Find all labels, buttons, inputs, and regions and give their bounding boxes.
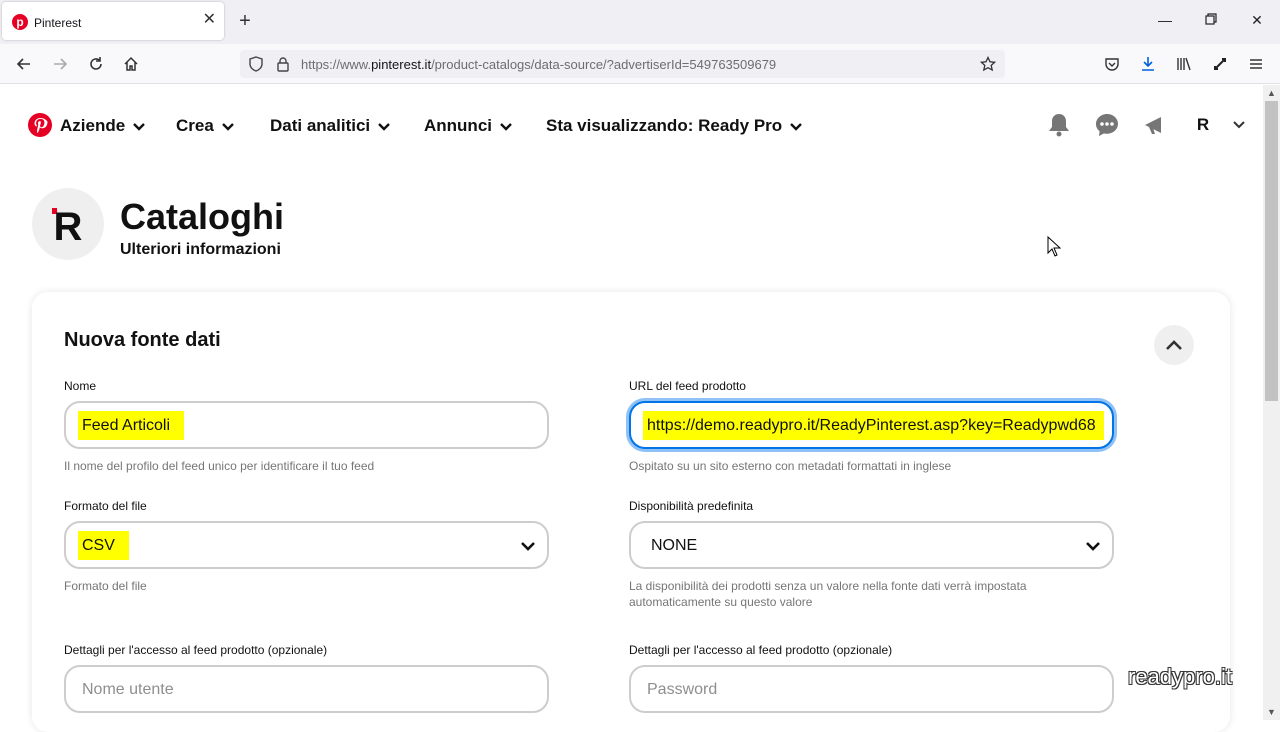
pocket-icon[interactable] (1100, 52, 1124, 76)
browser-tab[interactable]: p Pinterest ✕ (2, 2, 224, 40)
name-field[interactable]: Feed Articoli (64, 401, 549, 449)
menu-dati-analitici[interactable]: Dati analitici (270, 116, 390, 136)
name-value: Feed Articoli (78, 411, 185, 440)
password-field[interactable]: Password (629, 665, 1114, 713)
business-avatar[interactable]: R (32, 188, 104, 260)
chevron-up-icon (1166, 340, 1182, 350)
availability-help: La disponibilità dei prodotti senza un v… (629, 579, 1027, 609)
chevron-down-icon (1086, 538, 1100, 556)
new-data-source-card: Nuova fonte dati Nome Feed Articoli Il n… (32, 292, 1230, 732)
chevron-down-icon (133, 116, 146, 136)
minimize-icon[interactable]: — (1157, 12, 1173, 28)
messages-icon[interactable] (1094, 112, 1120, 138)
address-bar[interactable]: https://www.pinterest.it/product-catalog… (240, 50, 1005, 78)
scroll-up-icon[interactable]: ▲ (1263, 86, 1280, 100)
feed-url-field[interactable]: https://demo.readypro.it/ReadyPinterest.… (629, 401, 1114, 449)
availability-value: NONE (651, 537, 698, 554)
notifications-bell-icon[interactable] (1046, 112, 1072, 138)
shield-icon[interactable] (248, 56, 264, 72)
menu-crea[interactable]: Crea (176, 116, 234, 136)
tab-close-icon[interactable]: ✕ (203, 12, 216, 28)
url-text: https://www.pinterest.it/product-catalog… (301, 57, 777, 72)
format-label: Formato del file (64, 499, 147, 513)
name-label: Nome (64, 379, 97, 393)
scroll-down-icon[interactable]: ▼ (1263, 705, 1280, 719)
bookmark-star-icon[interactable] (979, 55, 997, 72)
access-password-label: Dettagli per l'accesso al feed prodotto … (629, 643, 893, 657)
url-help: Ospitato su un sito esterno con metadati… (629, 459, 952, 473)
scroll-thumb[interactable] (1265, 101, 1278, 401)
availability-label: Disponibilità predefinita (629, 499, 754, 513)
menu-annunci[interactable]: Annunci (424, 116, 512, 136)
page-scrollbar[interactable]: ▲ ▼ (1263, 85, 1280, 720)
format-value: CSV (78, 531, 129, 560)
reload-icon[interactable] (84, 52, 108, 76)
browser-tabbar: p Pinterest ✕ + — ✕ (0, 0, 1280, 44)
home-icon[interactable] (119, 52, 143, 76)
password-placeholder: Password (647, 681, 718, 698)
new-tab-icon[interactable]: + (236, 10, 254, 32)
restore-icon[interactable] (1203, 12, 1219, 28)
access-user-label: Dettagli per l'accesso al feed prodotto … (64, 643, 328, 657)
back-icon[interactable] (12, 52, 36, 76)
announcements-megaphone-icon[interactable] (1142, 112, 1168, 138)
tab-title: Pinterest (34, 16, 82, 30)
url-label: URL del feed prodotto (629, 379, 746, 393)
pinterest-logo-icon[interactable] (28, 113, 52, 137)
user-avatar[interactable]: R (1190, 112, 1216, 138)
username-field[interactable]: Nome utente (64, 665, 549, 713)
page-title: Cataloghi (120, 196, 285, 237)
availability-select[interactable]: NONE (629, 521, 1114, 569)
watermark: readypro.it (1128, 664, 1232, 689)
chevron-down-icon (521, 538, 535, 556)
collapse-button[interactable] (1154, 325, 1194, 365)
username-placeholder: Nome utente (82, 681, 174, 698)
chevron-down-icon (221, 116, 234, 136)
downloads-icon[interactable] (1136, 52, 1160, 76)
card-title: Nuova fonte dati (64, 329, 221, 351)
menu-aziende[interactable]: Aziende (60, 116, 146, 136)
lock-icon[interactable] (275, 56, 291, 72)
more-info-link[interactable]: Ulteriori informazioni (120, 241, 281, 259)
browser-navbar: https://www.pinterest.it/product-catalog… (0, 44, 1280, 84)
library-icon[interactable] (1172, 52, 1196, 76)
feed-url-value: https://demo.readypro.it/ReadyPinterest.… (643, 411, 1104, 440)
app-menu-icon[interactable] (1244, 52, 1268, 76)
close-window-icon[interactable]: ✕ (1249, 12, 1265, 28)
forward-icon[interactable] (48, 52, 72, 76)
format-select[interactable]: CSV (64, 521, 549, 569)
menu-account-switcher[interactable]: Sta visualizzando: Ready Pro (546, 116, 803, 136)
svg-text:R: R (54, 205, 83, 246)
pinterest-header: Aziende Crea Dati analitici Annunci Sta … (0, 85, 1263, 165)
readypro-logo-icon: R (52, 205, 83, 246)
chevron-down-icon (790, 116, 803, 136)
extensions-icon[interactable] (1208, 52, 1232, 76)
chevron-down-icon (500, 116, 512, 136)
account-chevron-down-icon[interactable] (1226, 112, 1252, 138)
pinterest-favicon-icon: p (12, 14, 28, 30)
chevron-down-icon (378, 116, 390, 136)
name-help: Il nome del profilo del feed unico per i… (64, 459, 375, 473)
mouse-cursor-icon (1047, 236, 1061, 257)
format-help: Formato del file (64, 579, 147, 593)
